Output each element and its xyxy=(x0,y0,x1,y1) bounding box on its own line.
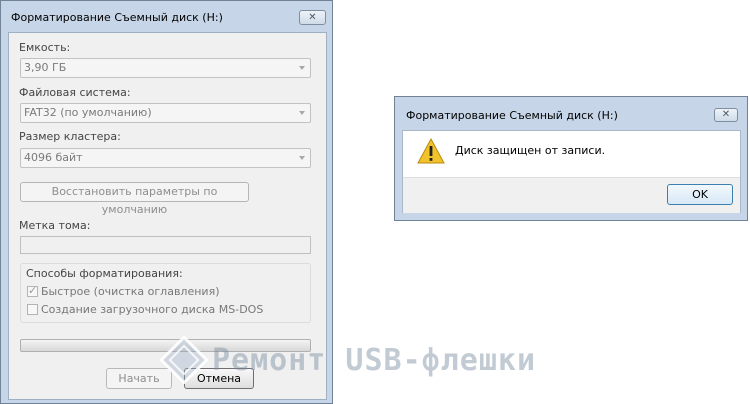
quick-format-label: Быстрое (очистка оглавления) xyxy=(41,285,220,298)
capacity-select[interactable]: 3,90 ГБ xyxy=(20,58,311,78)
warning-icon xyxy=(417,138,445,164)
msdos-boot-label: Создание загрузочного диска MS-DOS xyxy=(41,303,264,316)
watermark: Ремонт USB-флешки xyxy=(160,336,536,384)
filesystem-label: Файловая система: xyxy=(19,86,131,99)
quick-format-checkbox[interactable]: ✓ xyxy=(27,284,38,297)
volume-label-input[interactable] xyxy=(20,236,311,254)
cluster-value: 4096 байт xyxy=(24,151,83,164)
dialog-title: Форматирование Съемный диск (H:) xyxy=(406,109,618,122)
chevron-down-icon xyxy=(299,111,305,115)
capacity-label: Емкость: xyxy=(19,41,71,54)
checkmark-icon: ✓ xyxy=(28,284,38,297)
chevron-down-icon xyxy=(299,156,305,160)
msdos-boot-checkbox[interactable] xyxy=(27,304,38,315)
cluster-select[interactable]: 4096 байт xyxy=(20,148,311,168)
quick-format-option[interactable]: ✓ Быстрое (очистка оглавления) xyxy=(27,284,220,298)
format-options-group: Способы форматирования: ✓ Быстрое (очистк… xyxy=(20,263,311,323)
volume-label-label: Метка тома: xyxy=(19,219,91,232)
filesystem-select[interactable]: FAT32 (по умолчанию) xyxy=(20,103,311,123)
capacity-value: 3,90 ГБ xyxy=(24,61,67,74)
watermark-text: Ремонт USB-флешки xyxy=(212,342,537,378)
format-options-title: Способы форматирования: xyxy=(26,267,183,280)
dialog-footer: OK xyxy=(403,177,740,213)
ok-button[interactable]: OK xyxy=(667,184,733,205)
format-window-title: Форматирование Съемный диск (H:) xyxy=(11,11,223,24)
dialog-client: Диск защищен от записи. OK xyxy=(402,130,741,213)
usb-logo-icon xyxy=(160,336,208,384)
cluster-label: Размер кластера: xyxy=(19,130,121,143)
restore-defaults-button[interactable]: Восстановить параметры по умолчанию xyxy=(20,182,249,216)
msdos-boot-option[interactable]: Создание загрузочного диска MS-DOS xyxy=(27,303,263,316)
chevron-down-icon xyxy=(299,66,305,70)
filesystem-value: FAT32 (по умолчанию) xyxy=(24,106,152,119)
write-protected-dialog: Форматирование Съемный диск (H:) ✕ Диск … xyxy=(394,96,748,221)
dialog-close-button[interactable]: ✕ xyxy=(714,108,738,122)
dialog-message: Диск защищен от записи. xyxy=(455,144,606,157)
format-window-close-button[interactable]: ✕ xyxy=(299,10,326,25)
